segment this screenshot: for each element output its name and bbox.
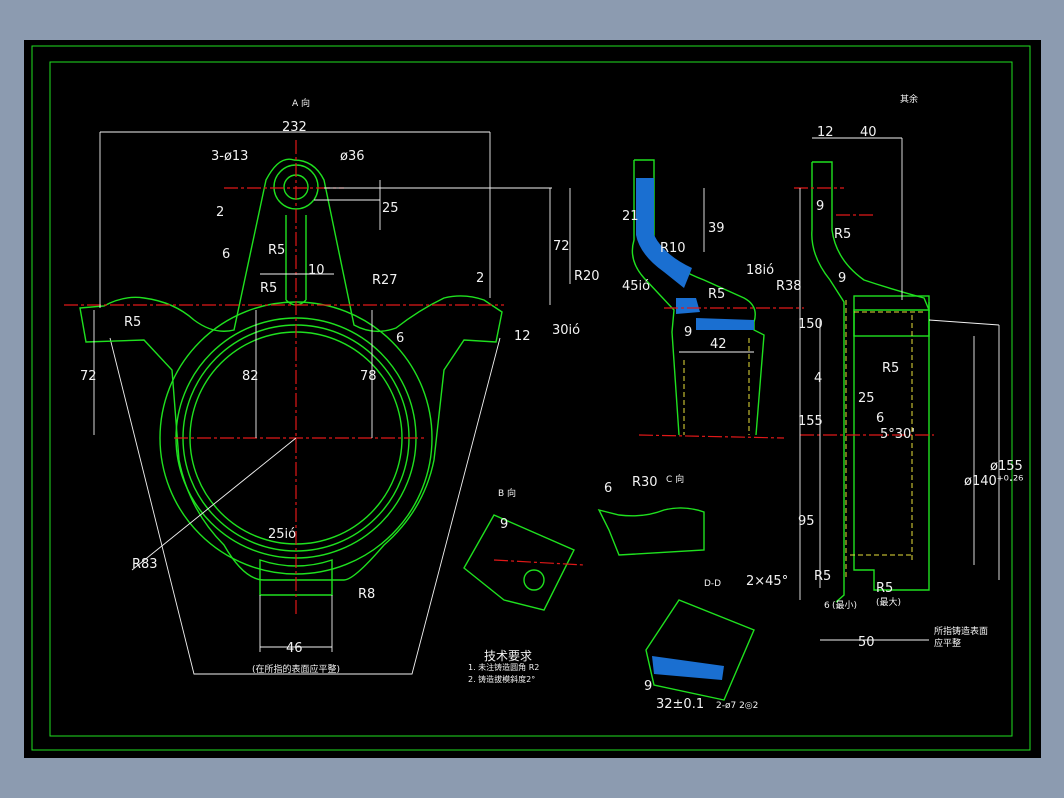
detail-label-sect: 2-ø7 2◎2 <box>716 701 758 711</box>
corner-mark: 其余 <box>900 93 918 105</box>
dim-r83-leader <box>131 437 297 571</box>
dim-10: 10 <box>308 263 325 278</box>
dim-72-left: 72 <box>80 369 97 384</box>
dim-2: 2 <box>216 205 224 220</box>
section-hatch-top <box>636 178 692 288</box>
front-view <box>64 131 552 675</box>
dim-45: 45ió <box>622 279 650 294</box>
section-hatch-right <box>696 318 754 330</box>
dim-46: 46 <box>286 641 303 656</box>
dim-2-right: 2 <box>476 271 484 286</box>
dim-r10: R10 <box>660 241 686 256</box>
dim-232: 232 <box>282 120 307 135</box>
detail-label-c: C 向 <box>666 473 684 485</box>
dim-18: 18ió <box>746 263 774 278</box>
dim-72-top: 72 <box>553 239 570 254</box>
side-note-2: 应平整 <box>934 637 961 649</box>
detail-32: 32±0.1 <box>656 697 704 712</box>
side-boss <box>853 295 930 337</box>
dim-side-9b: 9 <box>838 271 846 286</box>
dim-r5-left: R5 <box>124 315 141 330</box>
front-note: (在所指的表面应平整) <box>252 663 340 675</box>
detail-label-dd: D-D <box>704 579 721 589</box>
dim-side-25: 25 <box>858 391 875 406</box>
dim-3-13: 3-ø13 <box>211 149 248 164</box>
detail-9: 9 <box>500 517 508 532</box>
dim-6-right: 6 <box>396 331 404 346</box>
dim-side-95: 95 <box>798 514 815 529</box>
detail-dd-outline <box>645 599 755 701</box>
dim-39: 39 <box>708 221 725 236</box>
dim-side-r5d: R5 <box>876 581 893 596</box>
section-centerline <box>638 434 785 439</box>
dim-side-155: 155 <box>798 414 823 429</box>
dim-side-r5b: R5 <box>882 361 899 376</box>
section-view <box>569 159 804 439</box>
side-note-1: 所指铸造表面 <box>934 625 988 637</box>
dim-155-ext-top <box>928 319 1000 326</box>
detail-label-b: B 向 <box>498 487 516 499</box>
detail-6: 6 <box>604 481 612 496</box>
dim-side-9a: 9 <box>816 199 824 214</box>
dim-side-40: 40 <box>860 125 877 140</box>
detail-r30: R30 <box>632 475 658 490</box>
tech-title: 技术要求 <box>484 649 532 663</box>
dim-r27: R27 <box>372 273 398 288</box>
dim-r8: R8 <box>358 587 375 602</box>
dim-r38: R38 <box>776 279 802 294</box>
dim-30: 30ió <box>552 323 580 338</box>
dim-side-50: 50 <box>858 635 875 650</box>
detail-b-outline <box>463 514 575 611</box>
dim-side-max: (最大) <box>876 596 901 608</box>
dim-36: ø36 <box>340 149 365 164</box>
dim-side-r5a: R5 <box>834 227 851 242</box>
dim-82: 82 <box>242 369 259 384</box>
section-hatch-mid <box>676 298 700 314</box>
dim-25: 25 <box>382 201 399 216</box>
dim-r83: R83 <box>132 557 158 572</box>
drawing-canvas: 232 3-ø13 ø36 2 25 72 6 R5 10 R5 R27 R5 … <box>24 40 1041 758</box>
dim-side-6b: 6 <box>824 601 830 611</box>
tech-line-1: 1. 未注铸造圆角 R2 <box>468 662 539 672</box>
dim-42: 42 <box>710 337 727 352</box>
dim-78: 78 <box>360 369 377 384</box>
detail-c-outline <box>597 507 705 556</box>
outer-frame <box>31 45 1031 751</box>
dim-6: 6 <box>222 247 230 262</box>
dim-side-min: (最小) <box>832 600 857 611</box>
dim-side-6: 6 <box>876 411 884 426</box>
dim-r5-sect: R5 <box>708 287 725 302</box>
dim-21: 21 <box>622 209 639 224</box>
dim-25-ang: 25ió <box>268 527 296 542</box>
dim-side-chamfer: 2×45° <box>746 574 788 589</box>
detail-b-centerline <box>493 559 585 566</box>
dim-r5-b: R5 <box>260 281 277 296</box>
cad-drawing: 232 3-ø13 ø36 2 25 72 6 R5 10 R5 R27 R5 … <box>31 45 1031 751</box>
side-outline <box>811 161 931 603</box>
dim-side-150: 150 <box>798 317 823 332</box>
bracket-outline <box>79 158 503 581</box>
dim-r20: R20 <box>574 269 600 284</box>
dim-side-140: ø140⁺⁰·²⁶ <box>964 474 1023 489</box>
tech-line-2: 2. 铸造拔模斜度2° <box>468 674 535 684</box>
dim-12: 12 <box>514 329 531 344</box>
dim-side-4: 4 <box>814 371 822 386</box>
dim-9-sect: 9 <box>684 325 692 340</box>
detail-b-hole <box>523 569 545 591</box>
dim-r5-a: R5 <box>268 243 285 258</box>
dim-side-155dia: ø155 <box>990 459 1023 474</box>
side-view <box>794 137 1000 641</box>
dim-side-5-30: 5°30' <box>880 427 915 442</box>
dim-side-r5c: R5 <box>814 569 831 584</box>
dim-side-12: 12 <box>817 125 834 140</box>
detail-label-a: A 向 <box>292 97 310 109</box>
detail-dd-hatch <box>652 656 724 680</box>
detail-9b: 9 <box>644 679 652 694</box>
